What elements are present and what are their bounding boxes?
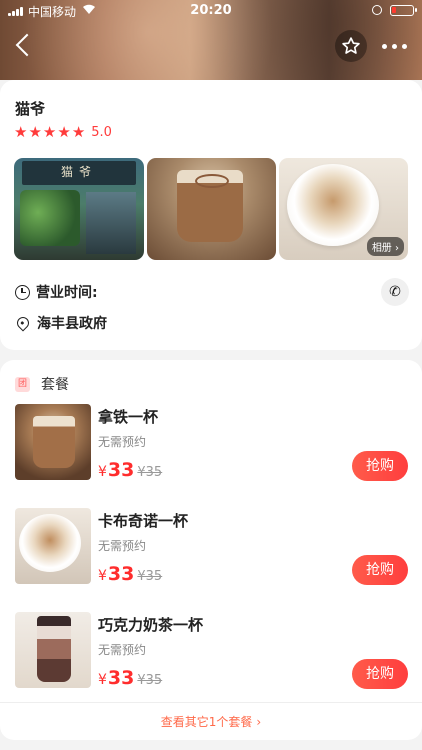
storefront-photo[interactable]: 猫爷 — [14, 158, 144, 260]
original-price: ¥35 — [137, 569, 163, 584]
rating-star-icon: ★ — [28, 123, 42, 141]
currency-symbol: ¥ — [98, 672, 107, 688]
address-text: 海丰县政府 — [37, 316, 107, 332]
business-hours-row: 营业时间: — [15, 282, 98, 302]
photo-gallery[interactable]: 猫爷 相册 › — [14, 158, 408, 260]
location-pin-icon — [14, 314, 32, 332]
more-button[interactable] — [376, 30, 412, 62]
plants-decor — [20, 190, 80, 246]
package-header: 团 套餐 — [15, 374, 69, 394]
address-row[interactable]: 海丰县政府 — [14, 313, 107, 333]
deal-item[interactable]: 巧克力奶茶一杯 无需预约 ¥ 33 ¥35 抢购 — [0, 612, 422, 708]
deal-price: ¥ 33 ¥35 — [98, 563, 162, 585]
store-sign: 猫爷 — [22, 161, 136, 185]
chevron-right-icon: › — [256, 715, 262, 729]
view-more-packages-link[interactable]: 查看其它1个套餐 › — [0, 702, 422, 740]
coffee-cup — [287, 164, 379, 246]
rating-star-icon: ★ — [42, 123, 57, 141]
store-name: 猫爷 — [15, 100, 46, 118]
deal-name: 卡布奇诺一杯 — [98, 512, 189, 530]
original-price: ¥35 — [137, 673, 163, 688]
original-price: ¥35 — [137, 465, 163, 480]
deal-item[interactable]: 拿铁一杯 无需预约 ¥ 33 ¥35 抢购 — [0, 404, 422, 500]
battery-icon — [390, 5, 417, 16]
deal-item[interactable]: 卡布奇诺一杯 无需预约 ¥ 33 ¥35 抢购 — [0, 508, 422, 604]
deal-price: ¥ 33 ¥35 — [98, 459, 162, 481]
view-more-label: 查看其它1个套餐 — [160, 715, 253, 729]
status-time: 20:20 — [190, 3, 232, 18]
buy-button[interactable]: 抢购 — [352, 555, 408, 585]
group-buy-icon: 团 — [15, 376, 30, 392]
back-button[interactable] — [8, 30, 42, 60]
rating-star-icon: ★ — [14, 123, 28, 141]
buy-button[interactable]: 抢购 — [352, 659, 408, 689]
door-decor — [86, 192, 136, 254]
latte-photo[interactable] — [147, 158, 276, 260]
rating-star-icon: ★ — [57, 123, 71, 141]
price-value: 33 — [107, 667, 135, 689]
currency-symbol: ¥ — [98, 464, 107, 480]
deal-price: ¥ 33 ¥35 — [98, 667, 162, 689]
phone-icon: ✆ — [389, 284, 401, 300]
business-hours-label: 营业时间: — [36, 285, 98, 301]
rating-star-icon: ★ — [71, 123, 86, 141]
package-title: 套餐 — [41, 377, 69, 393]
price-value: 33 — [107, 563, 135, 585]
price-value: 33 — [107, 459, 135, 481]
status-bar: 中国移动 20:20 — [0, 0, 422, 22]
cappuccino-photo[interactable]: 相册 › — [279, 158, 408, 260]
deal-image — [15, 612, 91, 688]
star-outline-icon — [342, 37, 360, 54]
rotation-lock-icon — [372, 5, 382, 15]
deal-note: 无需预约 — [98, 643, 147, 657]
package-card: 团 套餐 拿铁一杯 无需预约 ¥ 33 ¥35 抢购 卡布奇诺一杯 无需预约 ¥… — [0, 360, 422, 740]
album-button[interactable]: 相册 › — [366, 237, 404, 256]
chevron-right-icon: › — [395, 243, 399, 254]
rating-score: 5.0 — [91, 124, 112, 140]
store-info-card: 猫爷 ★ ★ ★ ★ ★ 5.0 猫爷 相册 › 营业时间: ✆ 海丰县政府 — [0, 80, 422, 350]
clock-icon — [15, 284, 30, 300]
phone-button[interactable]: ✆ — [381, 278, 409, 306]
deal-image — [15, 508, 91, 584]
deal-note: 无需预约 — [98, 435, 147, 449]
deal-note: 无需预约 — [98, 539, 147, 553]
album-label: 相册 — [371, 243, 392, 254]
coffee-cup — [177, 170, 243, 242]
buy-button[interactable]: 抢购 — [352, 451, 408, 481]
store-rating: ★ ★ ★ ★ ★ 5.0 — [14, 124, 112, 140]
deal-image — [15, 404, 91, 480]
favorite-button[interactable] — [335, 30, 367, 62]
currency-symbol: ¥ — [98, 568, 107, 584]
deal-name: 巧克力奶茶一杯 — [98, 616, 204, 634]
deal-name: 拿铁一杯 — [98, 408, 159, 426]
